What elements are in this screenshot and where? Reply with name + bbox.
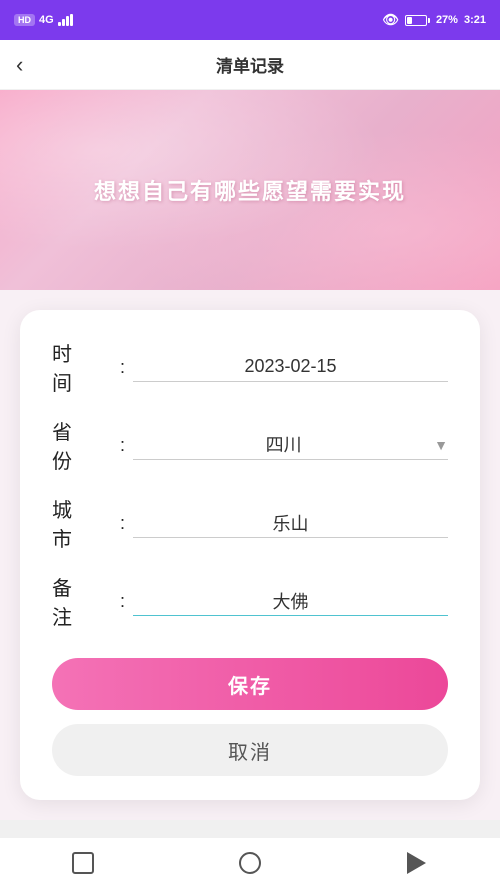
banner-text: 想想自己有哪些愿望需要实现 [94,174,406,206]
time-input[interactable] [133,352,448,382]
bottom-nav [0,838,500,888]
status-bar-right: 👁 27% 3:21 [382,12,486,28]
hd-badge: HD [14,14,35,26]
time-display: 3:21 [464,14,486,26]
status-bar: HD 4G 👁 27% 3:21 [0,0,500,40]
province-row: 省 份 : 四川 北京 上海 广东 ▼ [52,416,448,474]
city-input[interactable] [133,508,448,538]
battery-percent: 27% [436,14,458,26]
province-select[interactable]: 四川 北京 上海 广东 [133,431,434,459]
chevron-down-icon: ▼ [434,437,448,453]
province-select-wrapper: 四川 北京 上海 广东 ▼ [133,431,448,460]
eye-icon: 👁 [382,12,399,28]
note-input[interactable] [133,586,448,616]
note-label: 备 注 [52,572,120,630]
back-button[interactable]: ‹ [16,52,23,78]
city-colon: : [120,513,125,534]
signal-label: 4G [39,14,54,26]
circle-icon[interactable] [236,849,264,877]
cancel-button[interactable]: 取消 [52,724,448,776]
status-bar-left: HD 4G [14,14,73,26]
back-triangle-icon[interactable] [403,849,431,877]
save-button[interactable]: 保存 [52,658,448,710]
province-colon: : [120,435,125,456]
main-area: 时 间 : 省 份 : 四川 北京 上海 广东 ▼ 城 市 : [0,290,500,820]
time-row: 时 间 : [52,338,448,396]
city-label: 城 市 [52,494,120,552]
city-row: 城 市 : [52,494,448,552]
note-colon: : [120,591,125,612]
banner: 想想自己有哪些愿望需要实现 [0,90,500,290]
home-square-icon[interactable] [69,849,97,877]
signal-icon [58,14,73,26]
time-colon: : [120,357,125,378]
form-card: 时 间 : 省 份 : 四川 北京 上海 广东 ▼ 城 市 : [20,310,480,800]
note-row: 备 注 : [52,572,448,630]
header: ‹ 清单记录 [0,40,500,90]
province-label: 省 份 [52,416,120,474]
page-title: 清单记录 [216,52,284,77]
time-label: 时 间 [52,338,120,396]
battery-icon [405,15,430,26]
